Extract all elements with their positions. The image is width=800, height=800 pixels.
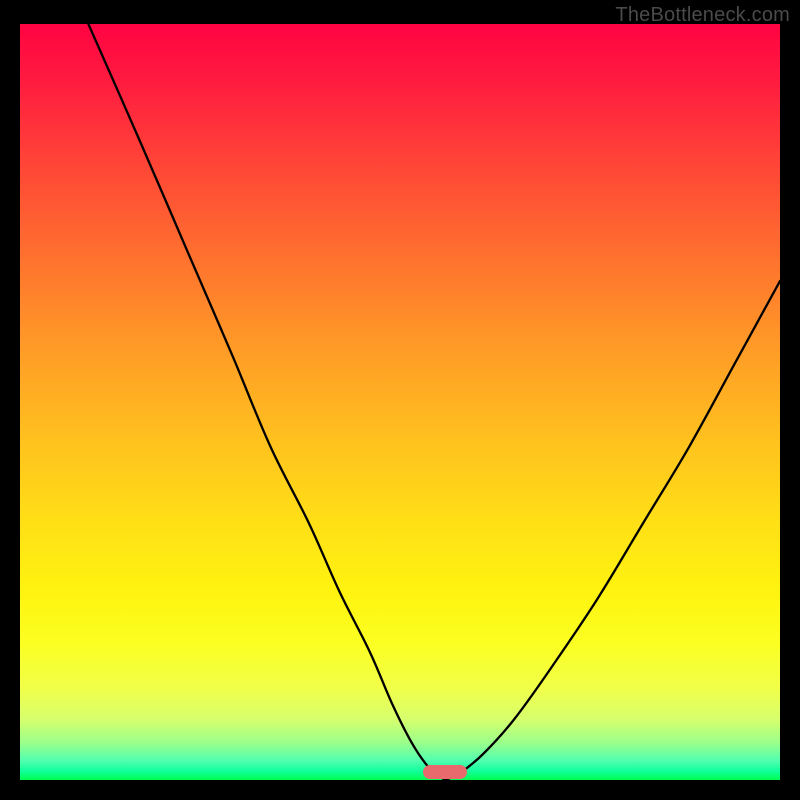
plot-area	[20, 24, 780, 780]
minimum-marker	[423, 765, 467, 779]
curve-right-branch	[446, 281, 780, 780]
chart-frame: TheBottleneck.com	[0, 0, 800, 800]
watermark-text: TheBottleneck.com	[615, 4, 790, 27]
bottleneck-curve	[20, 24, 780, 780]
curve-left-branch	[88, 24, 445, 780]
